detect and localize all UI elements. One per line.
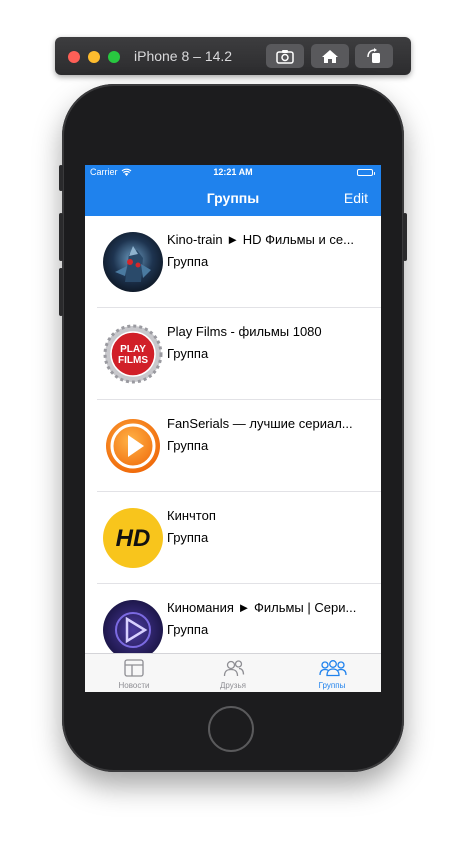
friends-icon bbox=[223, 660, 245, 677]
kinomania-avatar bbox=[103, 600, 163, 653]
hd-avatar: HD bbox=[103, 508, 163, 568]
fanserials-avatar bbox=[103, 416, 163, 476]
group-subtitle: Группа bbox=[167, 346, 209, 361]
group-row[interactable]: Киномания ► Фильмы | Сери... Группа bbox=[85, 584, 381, 653]
page-title: Группы bbox=[206, 190, 260, 206]
group-title: Киномания ► Фильмы | Сери... bbox=[167, 600, 357, 615]
play-films-avatar: PLAY FILMS bbox=[103, 324, 163, 384]
news-icon bbox=[124, 659, 144, 677]
home-toolbar-button[interactable] bbox=[311, 44, 349, 68]
groups-list: Kino-train ► HD Фильмы и се... Группа PL… bbox=[85, 216, 381, 653]
rotate-icon bbox=[367, 48, 380, 63]
group-subtitle: Группа bbox=[167, 254, 209, 269]
hd-logo-text: HD bbox=[116, 525, 151, 552]
group-row[interactable]: HD Кинчтоп Группа bbox=[85, 492, 381, 584]
simulator-toolbar: iPhone 8 – 14.2 bbox=[55, 37, 411, 75]
group-row[interactable]: Kino-train ► HD Фильмы и се... Группа bbox=[85, 216, 381, 308]
battery-icon bbox=[357, 169, 375, 176]
tab-news[interactable]: Новости bbox=[85, 654, 183, 692]
simulator-title: iPhone 8 – 14.2 bbox=[134, 48, 233, 64]
tab-friends-label: Друзья bbox=[220, 681, 246, 690]
edit-button[interactable]: Edit bbox=[344, 190, 368, 206]
rotate-button[interactable] bbox=[355, 44, 393, 68]
group-title: Кинчтоп bbox=[167, 508, 216, 523]
group-subtitle: Группа bbox=[167, 438, 209, 453]
play-films-logo-line-2: FILMS bbox=[118, 355, 148, 366]
zoom-window-button[interactable] bbox=[108, 51, 120, 63]
app-screen: Carrier 12:21 AM Группы Edit Kino-train … bbox=[85, 165, 381, 692]
volume-up-button bbox=[59, 213, 63, 261]
camera-icon bbox=[276, 49, 294, 64]
volume-down-button bbox=[59, 268, 63, 316]
group-title: FanSerials — лучшие сериал... bbox=[167, 416, 353, 431]
close-window-button[interactable] bbox=[68, 51, 80, 63]
group-row[interactable]: PLAY FILMS Play Films - фильмы 1080 Груп… bbox=[85, 308, 381, 400]
group-title: Play Films - фильмы 1080 bbox=[167, 324, 322, 339]
tab-groups[interactable]: Группы bbox=[283, 654, 381, 692]
home-icon bbox=[322, 49, 338, 63]
device-home-button[interactable] bbox=[208, 706, 254, 752]
minimize-window-button[interactable] bbox=[88, 51, 100, 63]
play-films-logo-line-1: PLAY bbox=[120, 344, 146, 355]
power-button bbox=[403, 213, 407, 261]
screenshot-button[interactable] bbox=[266, 44, 304, 68]
mute-switch bbox=[59, 165, 63, 191]
group-row[interactable]: FanSerials — лучшие сериал... Группа bbox=[85, 400, 381, 492]
group-subtitle: Группа bbox=[167, 622, 209, 637]
tab-bar: Новости Друзья Группы bbox=[85, 653, 381, 692]
kino-train-avatar bbox=[103, 232, 163, 292]
group-title: Kino-train ► HD Фильмы и се... bbox=[167, 232, 354, 247]
navigation-bar: Группы Edit bbox=[85, 181, 381, 216]
group-subtitle: Группа bbox=[167, 530, 209, 545]
tab-groups-label: Группы bbox=[318, 681, 346, 690]
groups-icon bbox=[319, 660, 347, 677]
tab-news-label: Новости bbox=[118, 681, 150, 690]
status-time: 12:21 AM bbox=[213, 167, 253, 177]
status-bar: Carrier 12:21 AM bbox=[85, 165, 381, 181]
tab-friends[interactable]: Друзья bbox=[184, 654, 282, 692]
